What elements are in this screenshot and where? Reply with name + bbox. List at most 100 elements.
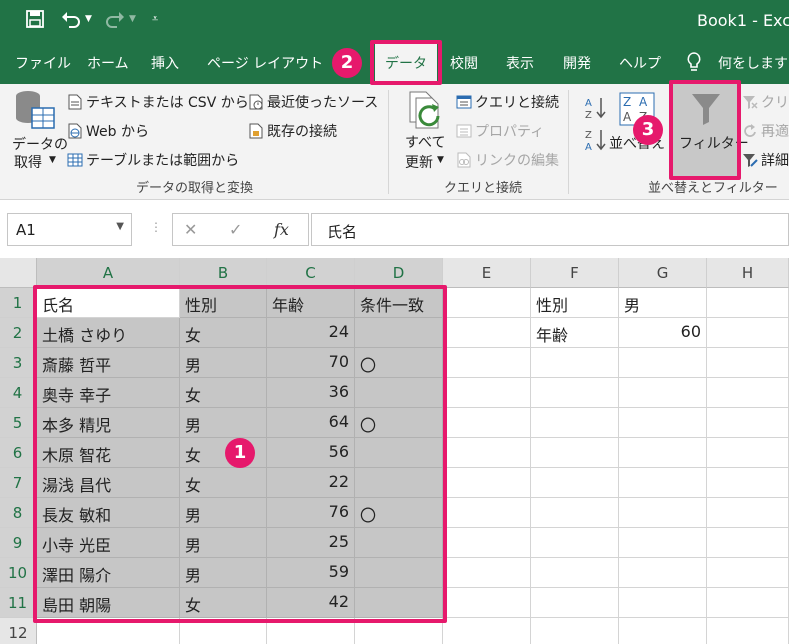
tab-help[interactable]: ヘルプ — [619, 53, 661, 73]
cancel-icon[interactable]: ✕ — [184, 220, 197, 239]
formula-input[interactable]: 氏名 — [311, 213, 789, 246]
cell-b10[interactable]: 男 — [180, 558, 267, 588]
cell-b1[interactable]: 性別 — [180, 288, 267, 318]
cell-e7[interactable] — [443, 468, 531, 498]
cell-c8[interactable]: 76 — [267, 498, 355, 528]
column-header-a[interactable]: A — [37, 258, 180, 288]
cell-d4[interactable] — [355, 378, 443, 408]
row-header-4[interactable]: 4 — [0, 378, 37, 408]
cell-f12[interactable] — [531, 618, 619, 644]
clear-filter-button[interactable]: クリア — [742, 92, 789, 112]
name-box[interactable]: A1 ▼ — [7, 213, 132, 246]
column-header-d[interactable]: D — [355, 258, 443, 288]
properties-button[interactable]: プロパティ — [456, 121, 544, 141]
cell-e8[interactable] — [443, 498, 531, 528]
tab-developer[interactable]: 開発 — [563, 53, 591, 73]
cell-b12[interactable] — [180, 618, 267, 644]
from-web-button[interactable]: Web から — [67, 121, 149, 141]
row-header-7[interactable]: 7 — [0, 468, 37, 498]
cell-g6[interactable] — [619, 438, 707, 468]
cell-h6[interactable] — [707, 438, 789, 468]
cell-e6[interactable] — [443, 438, 531, 468]
cell-d5[interactable]: 〇 — [355, 408, 443, 438]
cell-b2[interactable]: 女 — [180, 318, 267, 348]
column-header-e[interactable]: E — [443, 258, 531, 288]
cell-a2[interactable]: 土橋 さゆり — [37, 318, 180, 348]
row-header-8[interactable]: 8 — [0, 498, 37, 528]
cell-g3[interactable] — [619, 348, 707, 378]
filter-button[interactable]: フィルター — [673, 84, 749, 176]
cell-h12[interactable] — [707, 618, 789, 644]
cell-a5[interactable]: 本多 精児 — [37, 408, 180, 438]
cell-f3[interactable] — [531, 348, 619, 378]
cell-e12[interactable] — [443, 618, 531, 644]
row-header-5[interactable]: 5 — [0, 408, 37, 438]
cell-g2[interactable]: 60 — [619, 318, 707, 348]
cell-b4[interactable]: 女 — [180, 378, 267, 408]
tab-data[interactable]: データ — [375, 42, 437, 84]
row-header-12[interactable]: 12 — [0, 618, 37, 644]
cell-c6[interactable]: 56 — [267, 438, 355, 468]
from-text-csv-button[interactable]: テキストまたは CSV から — [67, 92, 249, 112]
advanced-filter-button[interactable]: 詳細 — [742, 150, 789, 170]
cell-d7[interactable] — [355, 468, 443, 498]
cell-e3[interactable] — [443, 348, 531, 378]
cell-f2[interactable]: 年齢 — [531, 318, 619, 348]
column-header-g[interactable]: G — [619, 258, 707, 288]
cell-a8[interactable]: 長友 敏和 — [37, 498, 180, 528]
lightbulb-icon[interactable] — [686, 51, 702, 77]
enter-icon[interactable]: ✓ — [229, 220, 242, 239]
from-table-range-button[interactable]: テーブルまたは範囲から — [67, 150, 239, 170]
tab-page-layout[interactable]: ページ レイアウト — [207, 53, 323, 73]
cell-h1[interactable] — [707, 288, 789, 318]
column-header-h[interactable]: H — [707, 258, 789, 288]
cell-e5[interactable] — [443, 408, 531, 438]
name-box-dropdown-icon[interactable]: ▼ — [116, 221, 124, 232]
cell-g9[interactable] — [619, 528, 707, 558]
cell-f11[interactable] — [531, 588, 619, 618]
cell-g12[interactable] — [619, 618, 707, 644]
cell-g5[interactable] — [619, 408, 707, 438]
save-icon[interactable] — [26, 10, 44, 33]
row-header-3[interactable]: 3 — [0, 348, 37, 378]
cell-a1[interactable]: 氏名 — [37, 288, 180, 318]
row-header-6[interactable]: 6 — [0, 438, 37, 468]
existing-connections-button[interactable]: 既存の接続 — [248, 121, 337, 141]
column-header-c[interactable]: C — [267, 258, 355, 288]
cell-e4[interactable] — [443, 378, 531, 408]
cell-c2[interactable]: 24 — [267, 318, 355, 348]
sort-descending-icon[interactable]: ZA — [584, 128, 606, 156]
recent-sources-button[interactable]: 最近使ったソース — [248, 92, 378, 112]
cell-b7[interactable]: 女 — [180, 468, 267, 498]
tab-file[interactable]: ファイル — [15, 53, 71, 73]
cell-h3[interactable] — [707, 348, 789, 378]
cell-c7[interactable]: 22 — [267, 468, 355, 498]
cell-c11[interactable]: 42 — [267, 588, 355, 618]
cell-f4[interactable] — [531, 378, 619, 408]
cell-a7[interactable]: 湯浅 昌代 — [37, 468, 180, 498]
cell-f7[interactable] — [531, 468, 619, 498]
cell-h5[interactable] — [707, 408, 789, 438]
cell-a3[interactable]: 斎藤 哲平 — [37, 348, 180, 378]
cell-f6[interactable] — [531, 438, 619, 468]
cell-b5[interactable]: 男 — [180, 408, 267, 438]
row-header-1[interactable]: 1 — [0, 288, 37, 318]
cell-a4[interactable]: 奥寺 幸子 — [37, 378, 180, 408]
cell-c12[interactable] — [267, 618, 355, 644]
cell-e1[interactable] — [443, 288, 531, 318]
cell-f9[interactable] — [531, 528, 619, 558]
cell-e9[interactable] — [443, 528, 531, 558]
cell-a12[interactable] — [37, 618, 180, 644]
tab-insert[interactable]: 挿入 — [151, 53, 179, 73]
redo-dropdown-icon[interactable]: ▼ — [129, 14, 136, 24]
cell-e11[interactable] — [443, 588, 531, 618]
customize-toolbar-icon[interactable]: ⩡ — [152, 12, 158, 26]
cell-g4[interactable] — [619, 378, 707, 408]
cell-d3[interactable]: 〇 — [355, 348, 443, 378]
cell-a9[interactable]: 小寺 光臣 — [37, 528, 180, 558]
cell-c4[interactable]: 36 — [267, 378, 355, 408]
tab-review[interactable]: 校閲 — [450, 53, 478, 73]
cell-g10[interactable] — [619, 558, 707, 588]
cell-a10[interactable]: 澤田 陽介 — [37, 558, 180, 588]
cell-b9[interactable]: 男 — [180, 528, 267, 558]
